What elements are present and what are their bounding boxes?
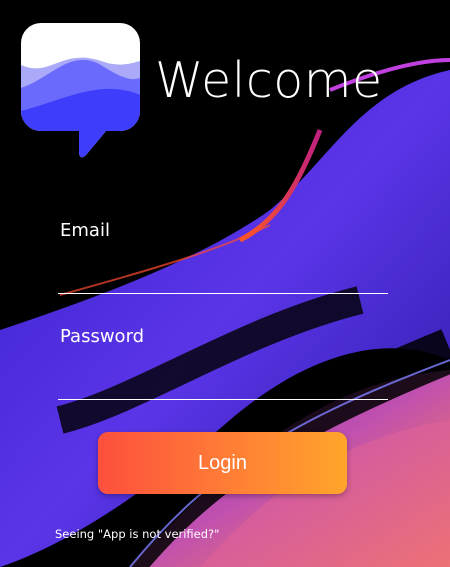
chat-bubble-waves-icon bbox=[21, 23, 140, 158]
password-input[interactable] bbox=[58, 371, 388, 400]
page-title: Welcome bbox=[155, 52, 383, 109]
app-not-verified-link[interactable]: Seeing "App is not verified?" bbox=[55, 527, 219, 541]
password-label: Password bbox=[60, 326, 145, 347]
login-button[interactable]: Login bbox=[98, 432, 347, 494]
email-input[interactable] bbox=[58, 265, 388, 294]
email-label: Email bbox=[60, 220, 110, 241]
